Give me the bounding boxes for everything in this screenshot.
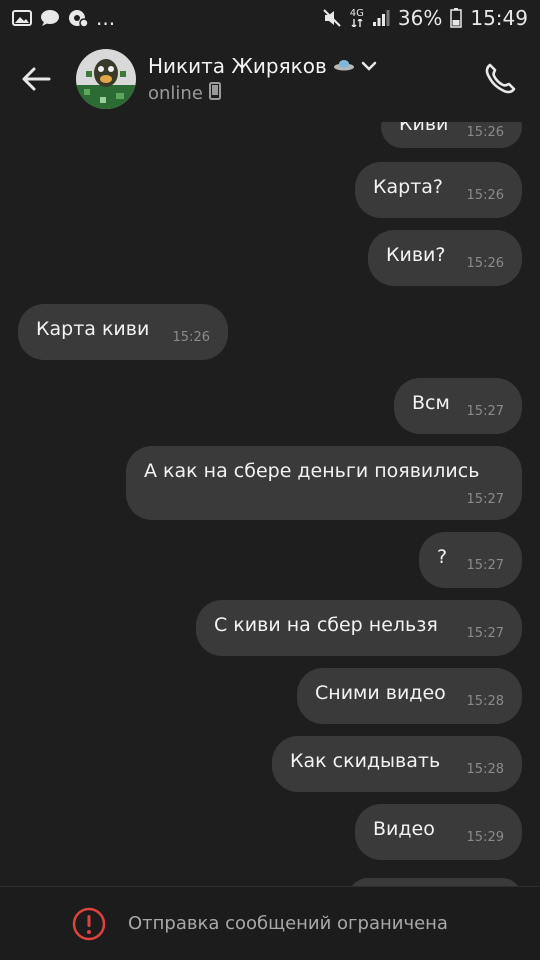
status-bar-right: 4G 36% 15:49 — [322, 6, 528, 30]
message-time: 15:29 — [466, 830, 504, 845]
message-bubble-outgoing[interactable]: Видео 15:29 — [355, 804, 522, 860]
settings-notification-icon — [68, 8, 88, 28]
message-time: 15:28 — [466, 762, 504, 777]
battery-percent: 36% — [397, 6, 443, 30]
message-text: Всм — [412, 392, 450, 414]
message-time: 15:27 — [466, 626, 504, 641]
message-time: 15:28 — [466, 694, 504, 709]
status-bar-left: ... — [12, 6, 115, 30]
chat-header: Никита Жиряков online — [0, 36, 540, 122]
mute-icon — [322, 8, 342, 28]
message-text: Киви — [399, 122, 449, 135]
restriction-notice: Отправка сообщений ограничена — [128, 913, 448, 934]
lte-icon: 4G — [350, 9, 364, 27]
message-time: 15:27 — [466, 492, 504, 507]
message-time: 15:27 — [466, 404, 504, 419]
arrow-left-icon — [22, 67, 51, 91]
message-time: 15:26 — [466, 188, 504, 203]
message-bubble-outgoing[interactable]: ? 15:27 — [419, 532, 522, 588]
message-time: 15:27 — [466, 558, 504, 573]
message-text: Видео — [373, 818, 435, 840]
chevron-down-icon[interactable] — [361, 57, 377, 76]
message-text: Киви? — [386, 244, 446, 266]
contact-info[interactable]: Никита Жиряков online — [148, 54, 478, 104]
message-bubble-outgoing[interactable]: С киви на сбер нельзя 15:27 — [196, 600, 522, 656]
status-bar: ... 4G 36% 15:49 — [0, 0, 540, 36]
message-text: ? — [437, 546, 448, 568]
message-bubble-outgoing[interactable]: Киви? 15:26 — [368, 230, 522, 286]
contact-name: Никита Жиряков — [148, 54, 327, 78]
message-bubble-outgoing[interactable]: Как скидывать 15:28 — [272, 736, 522, 792]
message-list[interactable]: Киви 15:26 Карта? 15:26 Киви? 15:26 Карта киви… — [0, 122, 540, 886]
message-text: Карта? — [373, 176, 443, 198]
signal-icon — [372, 9, 390, 27]
clock: 15:49 — [470, 6, 528, 30]
message-time: 15:26 — [172, 330, 210, 345]
warning-icon — [72, 907, 106, 941]
message-bubble-outgoing[interactable]: Киви 15:26 — [381, 122, 522, 148]
phone-icon — [485, 63, 516, 94]
chat-screen: ... 4G 36% 15:49 Никита Жиряков online К… — [0, 0, 540, 960]
message-time: 15:26 — [466, 125, 504, 140]
contact-name-row: Никита Жиряков — [148, 54, 478, 78]
chat-icon — [40, 9, 60, 27]
message-time: 15:26 — [466, 256, 504, 271]
back-button[interactable] — [18, 61, 54, 97]
status-more: ... — [96, 6, 116, 30]
restriction-bar: Отправка сообщений ограничена — [0, 886, 540, 960]
message-text: Как скидывать — [290, 750, 441, 772]
message-text: Сними видео — [315, 682, 446, 704]
phone-device-icon — [208, 82, 221, 104]
message-text: А как на сбере деньги появились — [144, 460, 480, 482]
contact-status-row: online — [148, 82, 478, 104]
contact-status: online — [148, 82, 203, 104]
call-button[interactable] — [478, 57, 522, 101]
network-type: 4G — [349, 8, 364, 19]
battery-icon — [450, 8, 463, 28]
message-bubble-outgoing[interactable]: Сними видео 15:28 — [297, 668, 522, 724]
gallery-icon — [12, 9, 32, 27]
message-bubble-outgoing[interactable]: Всм 15:27 — [394, 378, 522, 434]
avatar[interactable] — [76, 49, 136, 109]
message-text: С киви на сбер нельзя — [214, 614, 438, 636]
message-bubble-partial[interactable] — [348, 878, 522, 886]
ufo-icon — [333, 57, 355, 76]
message-bubble-incoming[interactable]: Карта киви 15:26 — [18, 304, 228, 360]
message-text: Карта киви — [36, 318, 150, 340]
message-bubble-outgoing[interactable]: Карта? 15:26 — [355, 162, 522, 218]
message-bubble-outgoing[interactable]: А как на сбере деньги появились 15:27 — [126, 446, 522, 520]
